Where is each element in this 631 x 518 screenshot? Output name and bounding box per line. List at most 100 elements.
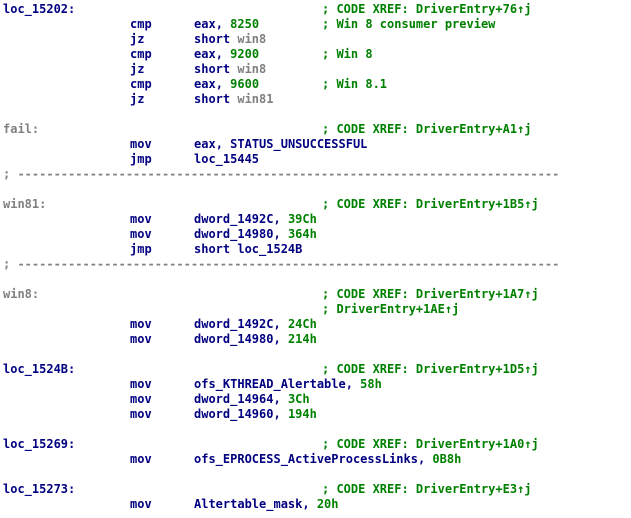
operand-lab[interactable]: win8	[237, 32, 266, 46]
instruction-line: mov dword_14980, 364h	[0, 227, 631, 242]
mnemonic: jz	[130, 62, 145, 76]
operand-lab[interactable]: win81	[237, 92, 273, 106]
code-label-line: loc_15269: ; CODE XREF: DriverEntry+1A0↑j	[0, 437, 631, 452]
xref-comment[interactable]: ; CODE XREF: DriverEntry+E3↑j	[322, 482, 532, 497]
operand-num: 24Ch	[287, 317, 317, 331]
mnemonic: mov	[130, 227, 152, 241]
instruction-line: jz short win8	[0, 32, 631, 47]
xref-comment[interactable]: ; CODE XREF: DriverEntry+1D5↑j	[322, 362, 539, 377]
operands: dword_1492C, 24Ch	[194, 317, 317, 332]
operands: dword_1492C, 39Ch	[194, 212, 317, 227]
code-label-line: fail: ; CODE XREF: DriverEntry+A1↑j	[0, 122, 631, 137]
operand-num: 9600	[230, 77, 260, 91]
code-label[interactable]: fail:	[3, 122, 39, 137]
code-label[interactable]: win81:	[3, 197, 46, 212]
operand-name[interactable]: dword_14980	[194, 332, 273, 346]
mnemonic: mov	[130, 137, 152, 151]
operands: short win81	[194, 92, 273, 107]
xref-comment[interactable]: ; CODE XREF: DriverEntry+A1↑j	[322, 122, 532, 137]
operand-name[interactable]: loc_15445	[194, 152, 259, 166]
mnemonic: mov	[130, 332, 152, 346]
operand-name[interactable]: dword_1492C	[194, 317, 273, 331]
operand-reg: eax	[194, 17, 216, 31]
code-label[interactable]: loc_1524B:	[3, 362, 75, 377]
operand-reg: short	[194, 62, 238, 76]
operand-name[interactable]: dword_14964	[194, 392, 273, 406]
code-label[interactable]: win8:	[3, 287, 39, 302]
separator-line: ; --------------------------------------…	[0, 167, 631, 182]
code-label[interactable]: loc_15273:	[3, 482, 75, 497]
operand-sep: ,	[273, 407, 288, 421]
mnemonic: cmp	[130, 17, 152, 31]
code-label-line: loc_15273: ; CODE XREF: DriverEntry+E3↑j	[0, 482, 631, 497]
operands: short loc_1524B	[194, 242, 302, 257]
operand-sep: ,	[345, 377, 361, 391]
xref-comment[interactable]: ; CODE XREF: DriverEntry+76↑j	[322, 2, 532, 17]
mnemonic: mov	[130, 212, 152, 226]
mnemonic: cmp	[130, 77, 152, 91]
operand-sep: ,	[215, 47, 231, 61]
mnemonic: mov	[130, 407, 152, 421]
operand-sep: ,	[215, 137, 231, 151]
operands: short win8	[194, 32, 266, 47]
operand-reg: eax	[194, 137, 216, 151]
code-label[interactable]: loc_15269:	[3, 437, 75, 452]
mnemonic: mov	[130, 392, 152, 406]
separator-text: ; --------------------------------------…	[3, 257, 560, 271]
operand-name[interactable]: loc_1524B	[237, 242, 302, 256]
operands: loc_15445	[194, 152, 259, 167]
code-label-line: win8: ; CODE XREF: DriverEntry+1A7↑j	[0, 287, 631, 302]
operand-num: 0B8h	[432, 452, 462, 466]
instruction-line: mov eax, STATUS_UNSUCCESSFUL	[0, 137, 631, 152]
operand-num: 214h	[287, 332, 317, 346]
mnemonic: jz	[130, 92, 145, 106]
instruction-line: mov dword_1492C, 39Ch	[0, 212, 631, 227]
operands: dword_14980, 364h	[194, 227, 317, 242]
operand-name[interactable]: Altertable_mask	[194, 497, 302, 511]
operand-num: 3Ch	[287, 392, 310, 406]
xref-comment[interactable]: ; CODE XREF: DriverEntry+1B5↑j	[322, 197, 539, 212]
instruction-line: mov dword_14980, 214h	[0, 332, 631, 347]
instruction-line: mov ofs_KTHREAD_Alertable, 58h	[0, 377, 631, 392]
operand-lab[interactable]: win8	[237, 62, 266, 76]
operand-reg: short	[194, 242, 238, 256]
operand-num: 20h	[316, 497, 339, 511]
operands: Altertable_mask, 20h	[194, 497, 339, 512]
code-label[interactable]: loc_15202:	[3, 2, 75, 17]
code-label-line: loc_15202: ; CODE XREF: DriverEntry+76↑j	[0, 2, 631, 17]
mnemonic: mov	[130, 317, 152, 331]
operands: ofs_EPROCESS_ActiveProcessLinks, 0B8h	[194, 452, 461, 467]
operand-sep: ,	[273, 392, 288, 406]
operand-num: 58h	[360, 377, 382, 391]
operand-name[interactable]: dword_14960	[194, 407, 273, 421]
instruction-line: cmp eax, 9200 ; Win 8	[0, 47, 631, 62]
xref-comment[interactable]: ; DriverEntry+1AE↑j	[322, 302, 459, 317]
instruction-line: cmp eax, 8250 ; Win 8 consumer preview	[0, 17, 631, 32]
operand-reg: short	[194, 32, 238, 46]
xref-comment[interactable]: ; CODE XREF: DriverEntry+1A0↑j	[322, 437, 539, 452]
mnemonic: jz	[130, 32, 145, 46]
operands: dword_14980, 214h	[194, 332, 317, 347]
instruction-line: jz short win81	[0, 92, 631, 107]
xref-comment[interactable]: ; CODE XREF: DriverEntry+1A7↑j	[322, 287, 539, 302]
instruction-line: jmp loc_15445	[0, 152, 631, 167]
operand-name[interactable]: ofs_EPROCESS_ActiveProcessLinks	[194, 452, 418, 466]
operand-name[interactable]: STATUS_UNSUCCESSFUL	[230, 137, 367, 151]
operands: eax, 8250	[194, 17, 259, 32]
operand-num: 364h	[287, 227, 317, 241]
operand-reg: short	[194, 92, 238, 106]
operand-name[interactable]: dword_1492C	[194, 212, 273, 226]
operands: eax, 9200	[194, 47, 259, 62]
operand-name[interactable]: ofs_KTHREAD_Alertable	[194, 377, 346, 391]
mnemonic: mov	[130, 452, 152, 466]
inline-comment: ; Win 8.1	[322, 77, 388, 91]
operand-sep: ,	[215, 77, 231, 91]
operand-reg: eax	[194, 47, 216, 61]
operand-name[interactable]: dword_14980	[194, 227, 273, 241]
mnemonic: mov	[130, 377, 152, 391]
operand-sep: ,	[417, 452, 433, 466]
instruction-line: cmp eax, 9600 ; Win 8.1	[0, 77, 631, 92]
operands: dword_14960, 194h	[194, 407, 317, 422]
